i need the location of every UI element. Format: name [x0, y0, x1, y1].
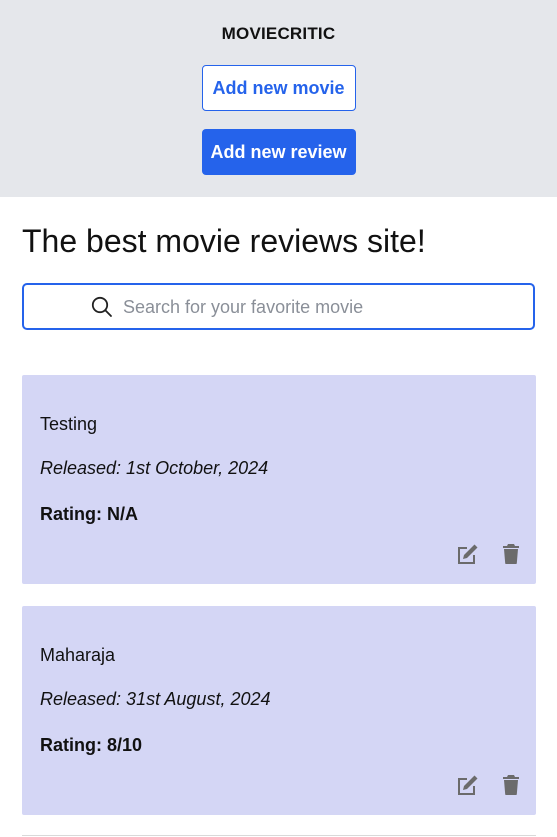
search-bar[interactable]: [22, 283, 535, 330]
movie-title: Maharaja: [40, 645, 116, 665]
search-icon: [90, 295, 114, 319]
movie-rating: Rating: 8/10: [40, 735, 143, 755]
brand-logo[interactable]: MOVIECRITIC: [222, 24, 336, 44]
search-input[interactable]: [123, 293, 523, 321]
add-movie-button[interactable]: Add new movie: [201, 65, 356, 111]
trash-icon[interactable]: [498, 773, 524, 797]
main-content: The best movie reviews site! Testing Rel…: [0, 221, 557, 815]
site-header: MOVIECRITIC Add new movie Add new review: [0, 0, 557, 197]
movie-release-date: Released: 31st August, 2024: [40, 689, 271, 709]
movie-release-date: Released: 1st October, 2024: [40, 458, 269, 478]
movie-list: Testing Released: 1st October, 2024 Rati…: [22, 375, 536, 815]
movie-rating: Rating: N/A: [40, 504, 138, 524]
divider: [22, 835, 536, 836]
add-review-button[interactable]: Add new review: [201, 129, 356, 175]
movie-actions: [454, 542, 524, 566]
movie-card[interactable]: Testing Released: 1st October, 2024 Rati…: [22, 375, 536, 584]
movie-title: Testing: [40, 414, 98, 434]
movie-card[interactable]: Maharaja Released: 31st August, 2024 Rat…: [22, 606, 536, 815]
trash-icon[interactable]: [498, 542, 524, 566]
page-title: The best movie reviews site!: [22, 223, 426, 259]
movie-actions: [454, 773, 524, 797]
edit-icon[interactable]: [454, 773, 480, 797]
edit-icon[interactable]: [454, 542, 480, 566]
